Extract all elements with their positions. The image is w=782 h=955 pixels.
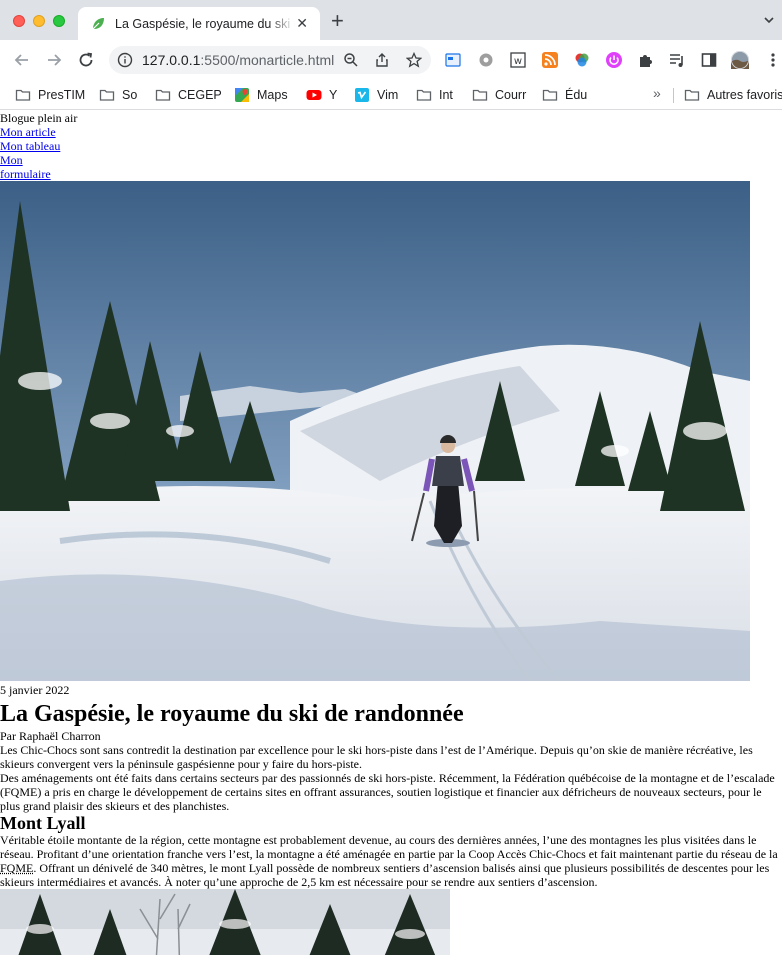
bookmark-label: Édu — [565, 88, 588, 102]
nav-link-mon-article[interactable]: Mon article — [0, 125, 76, 139]
color-picker-extension-icon[interactable] — [573, 51, 591, 69]
reload-icon[interactable] — [76, 50, 96, 70]
bookmark-folder-int[interactable]: Int — [416, 85, 453, 105]
bookmark-label: So — [122, 88, 138, 102]
tab-title: La Gaspésie, le royaume du ski de randon… — [115, 16, 295, 31]
active-tab[interactable]: La Gaspésie, le royaume du ski de randon… — [78, 7, 320, 40]
article-author: Par Raphaël Charron — [0, 729, 101, 743]
bookmark-youtube[interactable]: Y — [306, 85, 337, 105]
youtube-icon — [306, 87, 322, 103]
page-viewport: Blogue plein air Mon article Mon tableau… — [0, 111, 782, 955]
window-minimize-button[interactable] — [33, 15, 45, 27]
url-path: :5500/monarticle.html — [200, 52, 335, 68]
bookmark-label: Maps — [257, 88, 288, 102]
power-extension-icon[interactable] — [605, 51, 623, 69]
profile-avatar[interactable] — [731, 51, 749, 69]
extension-gear-icon[interactable] — [477, 51, 495, 69]
paragraph-text-part-1: Véritable étoile montante de la région, … — [0, 833, 778, 861]
folder-icon — [155, 87, 171, 103]
extension-w-icon[interactable]: w — [509, 51, 527, 69]
new-tab-button[interactable]: + — [331, 10, 344, 32]
bookmark-label: Int — [439, 88, 453, 102]
forward-arrow-icon[interactable] — [44, 50, 64, 70]
window-maximize-button[interactable] — [53, 15, 65, 27]
site-info-icon[interactable] — [117, 52, 133, 68]
browser-tab-strip: La Gaspésie, le royaume du ski de randon… — [0, 0, 782, 40]
extensions-puzzle-icon[interactable] — [637, 51, 655, 69]
media-playlist-icon[interactable] — [668, 51, 686, 69]
bookmark-folder-prestim[interactable]: PresTIM — [15, 85, 85, 105]
bookmarks-bar: PresTIM So CEGEP Maps Y Vim Int Courr Éd… — [0, 80, 782, 110]
forest-image — [0, 889, 450, 955]
nav-link-mon-tableau[interactable]: Mon tableau — [0, 139, 76, 153]
rss-feed-icon[interactable] — [541, 51, 559, 69]
maps-pin-icon — [234, 87, 250, 103]
bookmark-label: Courr — [495, 88, 527, 102]
vimeo-icon — [354, 87, 370, 103]
zoom-icon[interactable] — [343, 52, 359, 68]
address-bar[interactable]: 127.0.0.1:5500/monarticle.html — [109, 46, 431, 74]
window-close-button[interactable] — [13, 15, 25, 27]
bookmark-label: Y — [329, 88, 338, 102]
chrome-menu-icon[interactable] — [764, 51, 782, 69]
back-arrow-icon[interactable] — [12, 50, 32, 70]
folder-icon — [472, 87, 488, 103]
side-panel-icon[interactable] — [700, 51, 718, 69]
folder-icon — [99, 87, 115, 103]
extension-screenshot-icon[interactable] — [444, 51, 462, 69]
folder-icon — [684, 87, 700, 103]
bookmark-label: PresTIM — [38, 88, 86, 102]
paragraph-text-part-2: . Offrant un dénivelé de 340 mètres, le … — [0, 861, 770, 889]
tab-close-icon[interactable]: ✕ — [296, 16, 308, 30]
bookmark-folder-cegep[interactable]: CEGEP — [155, 85, 222, 105]
share-icon[interactable] — [374, 52, 390, 68]
article-intro-paragraph-1: Les Chic-Chocs sont sans contredit la de… — [0, 743, 753, 771]
url-text[interactable]: 127.0.0.1:5500/monarticle.html — [142, 52, 337, 68]
folder-icon — [416, 87, 432, 103]
nav-link-mon-formulaire[interactable]: Mon formulaire — [0, 153, 76, 181]
section-title-mont-lyall: Mont Lyall — [0, 813, 86, 833]
bookmark-folder-autres-favoris[interactable]: Autres favoris — [684, 85, 782, 105]
bookmark-label: Vim — [377, 88, 399, 102]
bookmark-vimeo[interactable]: Vim — [354, 85, 398, 105]
tab-search-chevron-icon[interactable] — [762, 13, 776, 27]
abbr-fqme: FQME — [0, 861, 34, 875]
url-host: 127.0.0.1 — [142, 52, 201, 68]
more-bookmarks-chevron[interactable]: » — [653, 85, 661, 101]
svg-text:w: w — [514, 56, 522, 67]
bookmark-folder-courr[interactable]: Courr — [472, 85, 526, 105]
leaf-favicon-icon — [90, 16, 106, 32]
bookmark-label: Autres favoris — [707, 88, 782, 102]
bookmark-folder-so[interactable]: So — [99, 85, 137, 105]
hero-image-skier — [0, 181, 750, 681]
site-name: Blogue plein air — [0, 111, 78, 125]
site-nav: Mon article Mon tableau Mon formulaire — [0, 125, 782, 181]
article-intro-paragraph-2: Des aménagements ont été faits dans cert… — [0, 771, 775, 813]
article-date: 5 janvier 2022 — [0, 683, 70, 697]
section-paragraph-mont-lyall: Véritable étoile montante de la région, … — [0, 833, 782, 889]
bookmark-star-icon[interactable] — [405, 51, 423, 68]
bookmarks-divider — [673, 88, 674, 103]
folder-icon — [15, 87, 31, 103]
article-title: La Gaspésie, le royaume du ski de randon… — [0, 701, 464, 727]
browser-toolbar: 127.0.0.1:5500/monarticle.html w — [0, 40, 782, 80]
bookmark-maps[interactable]: Maps — [234, 85, 288, 105]
bookmark-label: CEGEP — [178, 88, 222, 102]
bookmark-folder-edu[interactable]: Édu — [542, 85, 587, 105]
folder-icon — [542, 87, 558, 103]
